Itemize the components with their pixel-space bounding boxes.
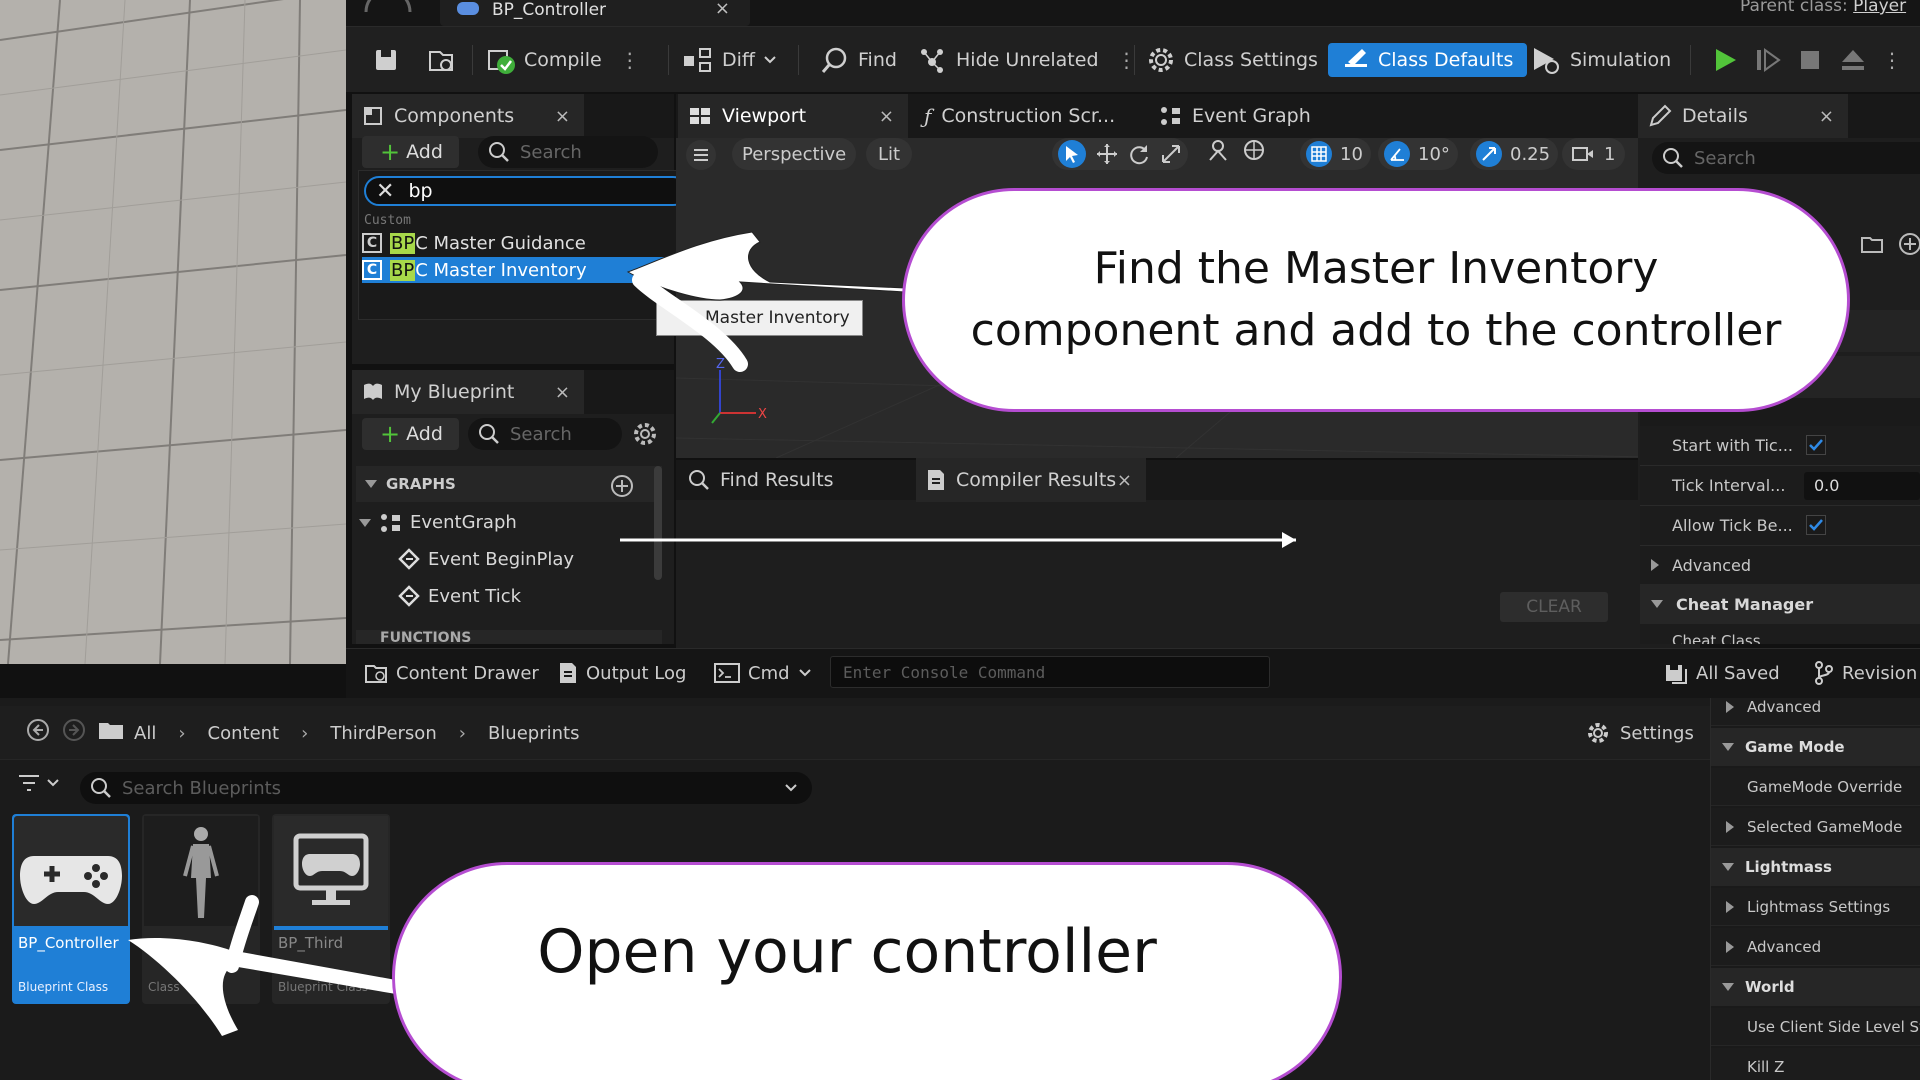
callout-arrow-top <box>626 231 906 301</box>
callout-find-master-inventory: Find the Master Inventory component and … <box>902 188 1850 412</box>
callout-open-controller: Open your controller <box>392 862 1342 1080</box>
guide-arrowhead <box>1282 532 1296 548</box>
callout-arrow-bottom <box>128 938 396 1036</box>
callout-top-line2: component and add to the controller <box>970 305 1782 356</box>
callout-bottom-text: Open your controller <box>537 917 1157 987</box>
callout-top-line1: Find the Master Inventory <box>1093 243 1659 294</box>
